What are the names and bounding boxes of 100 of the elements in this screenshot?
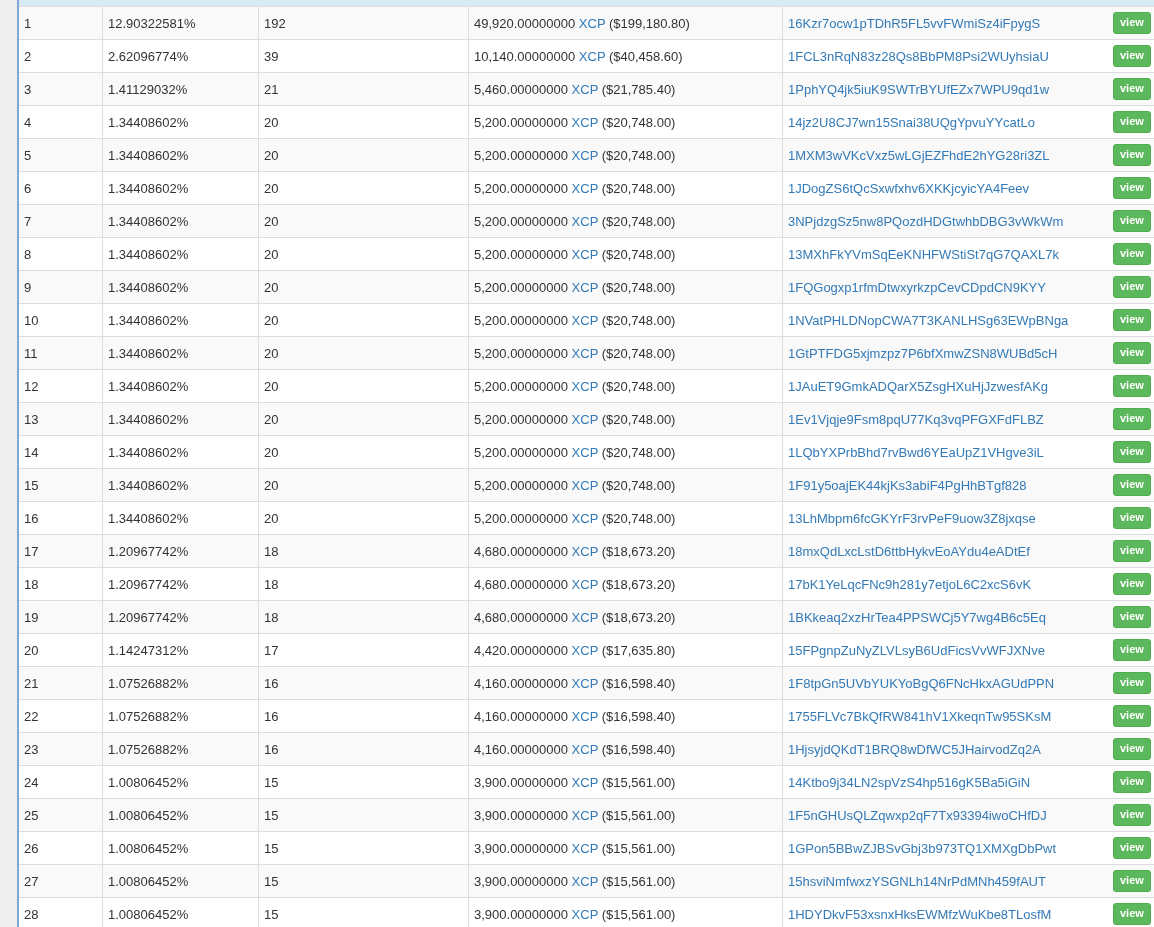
address-link[interactable]: 15FPgnpZuNyZLVLsyB6UdFicsVvWFJXNve <box>788 642 1045 658</box>
view-button[interactable]: view <box>1113 144 1151 166</box>
percent-cell: 1.00806452% <box>108 807 189 823</box>
view-button[interactable]: view <box>1113 903 1151 925</box>
asset-link[interactable]: XCP <box>571 840 599 856</box>
asset-link[interactable]: XCP <box>571 147 599 163</box>
address-link[interactable]: 1JDogZS6tQcSxwfxhv6XKKjcyicYA4Feev <box>788 180 1030 196</box>
address-link[interactable]: 14Ktbo9j34LN2spVzS4hp516gK5Ba5iGiN <box>788 774 1031 790</box>
asset-link[interactable]: XCP <box>571 180 599 196</box>
view-button[interactable]: view <box>1113 78 1151 100</box>
asset-link[interactable]: XCP <box>571 576 599 592</box>
view-button[interactable]: view <box>1113 243 1151 265</box>
view-button[interactable]: view <box>1113 111 1151 133</box>
view-button[interactable]: view <box>1113 672 1151 694</box>
asset-link[interactable]: XCP <box>571 807 599 823</box>
address-link[interactable]: 1HDYDkvF53xsnxHksEWMfzWuKbe8TLosfM <box>788 906 1052 922</box>
view-button[interactable]: view <box>1113 276 1151 298</box>
view-button[interactable]: view <box>1113 441 1151 463</box>
asset-link[interactable]: XCP <box>571 675 599 691</box>
asset-link[interactable]: XCP <box>571 543 599 559</box>
percent-cell: 12.90322581% <box>108 15 196 31</box>
address-link[interactable]: 1PphYQ4jk5iuK9SWTrBYUfEZx7WPU9qd1w <box>788 81 1050 97</box>
address-link[interactable]: 18mxQdLxcLstD6ttbHykvEoAYdu4eADtEf <box>788 543 1030 559</box>
address-link[interactable]: 15hsviNmfwxzYSGNLh14NrPdMNh459fAUT <box>788 873 1046 889</box>
rank-cell: 28 <box>24 906 39 922</box>
address-link[interactable]: 1LQbYXPrbBhd7rvBwd6YEaUpZ1VHgve3iL <box>788 444 1044 460</box>
rank-cell: 27 <box>24 873 39 889</box>
percent-cell: 1.34408602% <box>108 411 189 427</box>
amount-cell: 3,900.00000000 XCP ($15,561.00) <box>474 807 676 823</box>
rank-cell: 5 <box>24 147 32 163</box>
asset-link[interactable]: XCP <box>571 411 599 427</box>
view-button[interactable]: view <box>1113 837 1151 859</box>
rank-cell: 20 <box>24 642 39 658</box>
address-link[interactable]: 13LhMbpm6fcGKYrF3rvPeF9uow3Z8jxqse <box>788 510 1036 526</box>
address-link[interactable]: 1HjsyjdQKdT1BRQ8wDfWC5JHairvodZq2A <box>788 741 1041 757</box>
asset-link[interactable]: XCP <box>571 213 599 229</box>
asset-link[interactable]: XCP <box>578 15 606 31</box>
view-button[interactable]: view <box>1113 573 1151 595</box>
view-button[interactable]: view <box>1113 375 1151 397</box>
address-link[interactable]: 17bK1YeLqcFNc9h281y7etjoL6C2xcS6vK <box>788 576 1032 592</box>
address-link[interactable]: 1GPon5BBwZJBSvGbj3b973TQ1XMXgDbPwt <box>788 840 1057 856</box>
asset-link[interactable]: XCP <box>571 906 599 922</box>
address-link[interactable]: 1FCL3nRqN83z28Qs8BbPM8Psi2WUyhsiaU <box>788 48 1049 64</box>
address-link[interactable]: 1F5nGHUsQLZqwxp2qF7Tx93394iwoCHfDJ <box>788 807 1047 823</box>
asset-link[interactable]: XCP <box>571 345 599 361</box>
view-button[interactable]: view <box>1113 507 1151 529</box>
view-button[interactable]: view <box>1113 771 1151 793</box>
address-link[interactable]: 1F91y5oajEK44kjKs3abiF4PgHhBTgf828 <box>788 477 1027 493</box>
view-button[interactable]: view <box>1113 870 1151 892</box>
amount-cell: 4,160.00000000 XCP ($16,598.40) <box>474 741 676 757</box>
rank-cell: 24 <box>24 774 39 790</box>
asset-link[interactable]: XCP <box>571 279 599 295</box>
view-button[interactable]: view <box>1113 540 1151 562</box>
view-button[interactable]: view <box>1113 210 1151 232</box>
view-button[interactable]: view <box>1113 309 1151 331</box>
view-button[interactable]: view <box>1113 408 1151 430</box>
asset-link[interactable]: XCP <box>571 477 599 493</box>
view-button[interactable]: view <box>1113 45 1151 67</box>
address-link[interactable]: 1FQGogxp1rfmDtwxyrkzpCevCDpdCN9KYY <box>788 279 1046 295</box>
address-link[interactable]: 1JAuET9GmkADQarX5ZsgHXuHjJzwesfAKg <box>788 378 1049 394</box>
view-button[interactable]: view <box>1113 804 1151 826</box>
view-button[interactable]: view <box>1113 738 1151 760</box>
percent-cell: 1.34408602% <box>108 114 189 130</box>
address-link[interactable]: 14jz2U8CJ7wn15Snai38UQgYpvuYYcatLo <box>788 114 1035 130</box>
count-cell: 20 <box>264 345 279 361</box>
asset-link[interactable]: XCP <box>571 378 599 394</box>
rank-cell: 9 <box>24 279 32 295</box>
percent-cell: 1.20967742% <box>108 609 189 625</box>
view-button[interactable]: view <box>1113 639 1151 661</box>
address-link[interactable]: 1755FLVc7BkQfRW841hV1XkeqnTw95SKsM <box>788 708 1052 724</box>
address-link[interactable]: 13MXhFkYVmSqEeKNHFWStiSt7qG7QAXL7k <box>788 246 1059 262</box>
address-link[interactable]: 1BKkeaq2xzHrTea4PPSWCj5Y7wg4B6c5Eq <box>788 609 1046 625</box>
asset-link[interactable]: XCP <box>571 609 599 625</box>
asset-link[interactable]: XCP <box>571 708 599 724</box>
address-link[interactable]: 16Kzr7ocw1pTDhR5FL5vvFWmiSz4iFpygS <box>788 15 1041 31</box>
view-button[interactable]: view <box>1113 177 1151 199</box>
asset-link[interactable]: XCP <box>571 873 599 889</box>
asset-link[interactable]: XCP <box>571 444 599 460</box>
view-button[interactable]: view <box>1113 12 1151 34</box>
asset-link[interactable]: XCP <box>571 642 599 658</box>
address-link[interactable]: 1F8tpGn5UVbYUKYoBgQ6FNcHkxAGUdPPN <box>788 675 1055 691</box>
address-link[interactable]: 1NVatPHLDNopCWA7T3KANLHSg63EWpBNga <box>788 312 1069 328</box>
asset-link[interactable]: XCP <box>571 81 599 97</box>
view-button[interactable]: view <box>1113 474 1151 496</box>
asset-link[interactable]: XCP <box>571 741 599 757</box>
asset-link[interactable]: XCP <box>571 312 599 328</box>
asset-link[interactable]: XCP <box>571 114 599 130</box>
asset-link[interactable]: XCP <box>578 48 606 64</box>
percent-cell: 1.20967742% <box>108 543 189 559</box>
view-button[interactable]: view <box>1113 342 1151 364</box>
address-link[interactable]: 1MXM3wVKcVxz5wLGjEZFhdE2hYG28ri3ZL <box>788 147 1050 163</box>
asset-link[interactable]: XCP <box>571 774 599 790</box>
asset-link[interactable]: XCP <box>571 510 599 526</box>
asset-link[interactable]: XCP <box>571 246 599 262</box>
address-link[interactable]: 1GtPTFDG5xjmzpz7P6bfXmwZSN8WUBd5cH <box>788 345 1058 361</box>
address-link[interactable]: 3NPjdzgSz5nw8PQozdHDGtwhbDBG3vWkWm <box>788 213 1064 229</box>
view-button[interactable]: view <box>1113 705 1151 727</box>
address-link[interactable]: 1Ev1Vjqje9Fsm8pqU77Kq3vqPFGXFdFLBZ <box>788 411 1044 427</box>
rank-cell: 18 <box>24 576 39 592</box>
view-button[interactable]: view <box>1113 606 1151 628</box>
